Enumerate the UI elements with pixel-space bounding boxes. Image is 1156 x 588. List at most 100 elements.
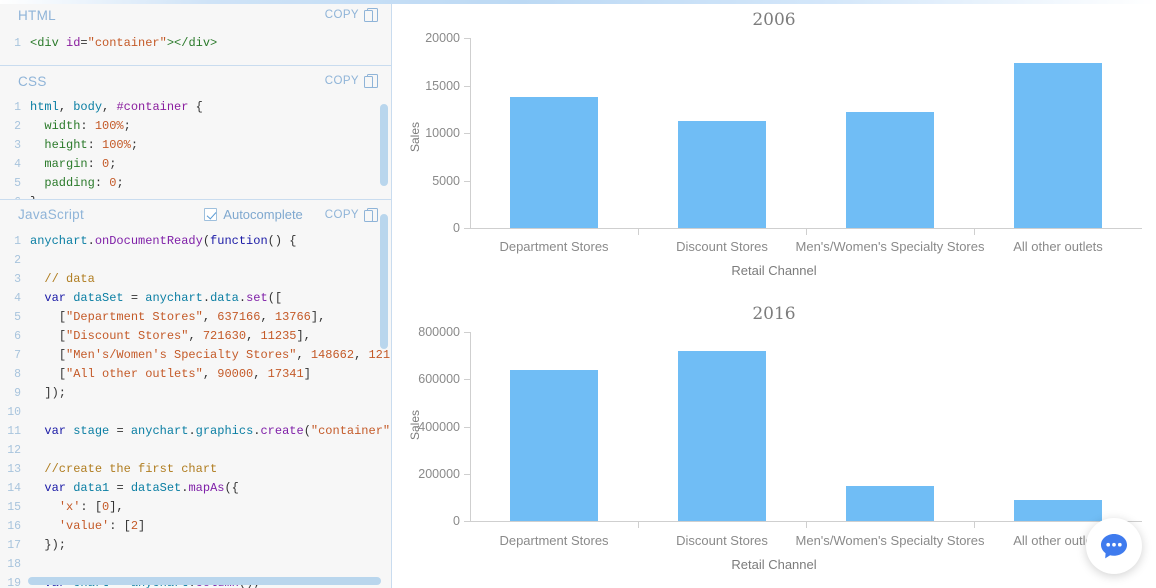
html-panel-header: HTML COPY	[0, 0, 391, 30]
line-number: 2	[14, 120, 21, 133]
bar[interactable]	[510, 97, 598, 228]
code-line: 4 margin: 0;	[0, 155, 391, 174]
chart-title: 2006	[752, 10, 796, 30]
y-axis-tick-label: 800000	[418, 325, 460, 339]
autocomplete-checkbox-icon	[204, 208, 218, 222]
bar[interactable]	[846, 112, 934, 228]
bar[interactable]	[510, 370, 598, 521]
line-number: 14	[7, 481, 21, 495]
y-axis-tick-label: 600000	[418, 372, 460, 387]
x-axis-tick-mark	[974, 522, 975, 528]
line-number: 1	[14, 101, 21, 114]
code-text: 'value': [2]	[58, 518, 146, 533]
javascript-copy-button[interactable]: COPY	[324, 207, 378, 222]
html-panel: HTML COPY 1 <div id="container"></div>	[0, 0, 391, 66]
code-line: 6}	[0, 193, 391, 199]
x-axis-category-label: All other outlets	[1013, 239, 1103, 254]
x-axis-tick-mark	[974, 229, 975, 235]
javascript-vertical-scrollbar[interactable]	[380, 213, 388, 349]
code-text: ["Men's/Women's Specialty Stores", 14866…	[58, 347, 391, 362]
code-text: var stage = anychart.graphics.create("co…	[44, 423, 391, 438]
javascript-panel: JavaScript Autocomplete COPY 1 anychart.o…	[0, 199, 391, 588]
css-panel-title: CSS	[18, 73, 47, 89]
code-line: 3 // data	[0, 270, 391, 289]
code-line: 13 //create the first chart	[0, 460, 391, 479]
line-number: 4	[14, 158, 21, 171]
code-text: <div id="container"></div>	[30, 36, 218, 50]
code-line: 5 ["Department Stores", 637166, 13766],	[0, 308, 391, 327]
y-axis-tick-label: 5000	[432, 173, 460, 188]
y-axis-tick-label: 15000	[425, 78, 460, 93]
line-number: 17	[7, 538, 21, 552]
copy-icon	[364, 74, 378, 88]
line-number: 2	[14, 253, 21, 267]
html-code-area[interactable]: 1 <div id="container"></div>	[0, 30, 391, 53]
x-axis-category-label: Department Stores	[499, 239, 609, 254]
y-axis-line	[470, 38, 471, 229]
chart-2016: 2016 Sales 0 200000 400000 600000 800000 Depart…	[392, 290, 1156, 588]
y-axis-tick-label: 0	[453, 514, 460, 528]
code-line: 14 var data1 = dataSet.mapAs({	[0, 479, 391, 498]
page-root: HTML COPY 1 <div id="container"></div> CS…	[0, 0, 1156, 588]
x-axis-label: Retail Channel	[731, 557, 817, 572]
css-copy-button[interactable]: COPY	[325, 74, 378, 88]
code-editor-column: HTML COPY 1 <div id="container"></div> CS…	[0, 0, 392, 588]
css-code-area[interactable]: 1 html, body, #container {2 width: 100%; 3…	[0, 96, 391, 199]
code-text: height: 100%;	[44, 138, 139, 152]
x-axis-category-label: Department Stores	[499, 533, 609, 548]
css-panel: CSS COPY 1 html, body, #container {2 widt…	[0, 66, 391, 200]
chart-2006: 2006 Sales 0 5000 10000 15000 20000 Department …	[392, 0, 1156, 290]
javascript-code-area[interactable]: 1 anychart.onDocumentReady(function() {2 3…	[0, 230, 391, 588]
code-text: ["Discount Stores", 721630, 11235],	[58, 328, 311, 343]
line-number: 11	[7, 424, 21, 438]
bar[interactable]	[846, 485, 934, 521]
code-text: ]);	[44, 385, 67, 400]
y-axis-line	[470, 332, 471, 522]
line-number: 13	[7, 462, 21, 476]
code-line: 3 height: 100%;	[0, 136, 391, 155]
css-vertical-scrollbar[interactable]	[380, 104, 388, 186]
y-axis-tick-label: 0	[453, 221, 460, 235]
line-number: 5	[14, 177, 21, 190]
code-line: 4 var dataSet = anychart.data.set([	[0, 289, 391, 308]
chat-widget-button[interactable]	[1086, 518, 1142, 574]
x-axis-category-label: Discount Stores	[676, 239, 768, 254]
line-number: 1	[14, 37, 21, 50]
code-text: var dataSet = anychart.data.set([	[44, 290, 283, 305]
bar[interactable]	[1014, 499, 1102, 521]
javascript-copy-label: COPY	[324, 208, 359, 221]
bar[interactable]	[678, 121, 766, 228]
autocomplete-toggle[interactable]: Autocomplete	[204, 207, 303, 222]
line-number: 3	[14, 139, 21, 152]
line-number: 19	[7, 576, 21, 588]
code-text: //create the first chart	[44, 461, 218, 476]
x-axis-category-label: Discount Stores	[676, 533, 768, 548]
code-text: });	[44, 537, 67, 552]
code-line: 1 html, body, #container {	[0, 98, 391, 117]
line-number: 16	[7, 519, 21, 533]
line-number: 3	[14, 272, 21, 286]
x-axis-tick-mark	[806, 522, 807, 528]
y-axis-tick-label: 200000	[418, 466, 460, 481]
code-line: 7 ["Men's/Women's Specialty Stores", 148…	[0, 346, 391, 365]
html-copy-label: COPY	[324, 9, 359, 21]
x-axis-tick-mark	[806, 229, 807, 235]
bar[interactable]	[1014, 63, 1102, 228]
javascript-horizontal-scrollbar[interactable]	[28, 577, 381, 585]
code-text: anychart.onDocumentReady(function() {	[30, 233, 297, 248]
x-axis-label: Retail Channel	[731, 263, 817, 278]
code-line: 18	[0, 555, 391, 574]
bar[interactable]	[678, 350, 766, 521]
code-line: 1 <div id="container"></div>	[0, 34, 391, 53]
x-axis-category-label: Men's/Women's Specialty Stores	[795, 239, 985, 254]
x-axis-category-label: Men's/Women's Specialty Stores	[795, 533, 985, 548]
css-panel-header: CSS COPY	[0, 66, 391, 96]
x-axis-tick-mark	[638, 522, 639, 528]
code-text: margin: 0;	[44, 157, 117, 171]
code-line: 15 'x': [0],	[0, 498, 391, 517]
code-text: ["All other outlets", 90000, 17341]	[58, 366, 311, 381]
code-line: 8 ["All other outlets", 90000, 17341]	[0, 365, 391, 384]
html-copy-button[interactable]: COPY	[324, 8, 378, 22]
code-text: }	[30, 193, 37, 199]
y-axis-tick-label: 400000	[418, 419, 460, 434]
